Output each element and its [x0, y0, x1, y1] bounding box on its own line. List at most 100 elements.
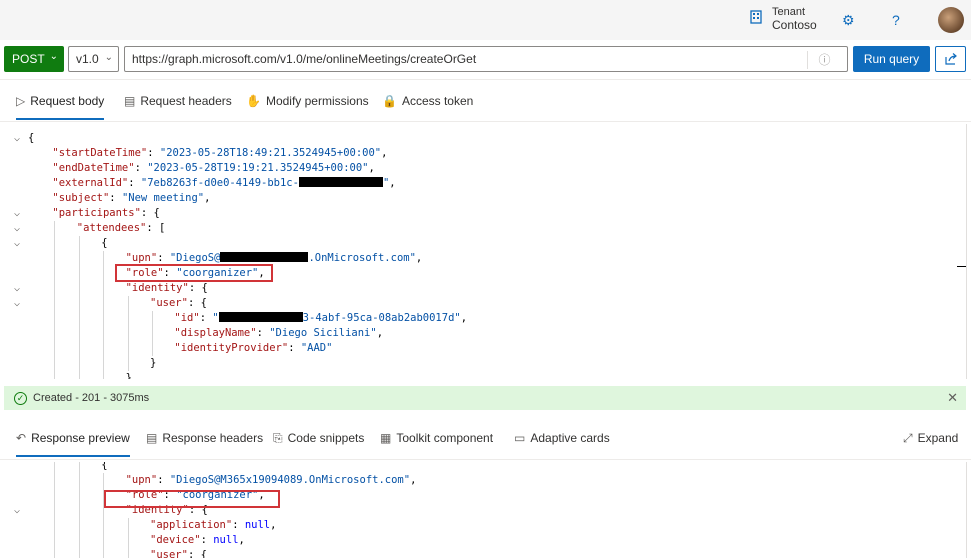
code-line: "upn": "DiegoS@M365x19094089.OnMicrosoft…	[126, 473, 417, 488]
indent-guide	[78, 236, 80, 251]
json-key: "user"	[150, 297, 188, 309]
card-icon: ▭	[514, 431, 526, 445]
version-dropdown[interactable]: v1.0 ⌄	[68, 46, 119, 72]
code-line: "attendees": [	[77, 221, 166, 236]
redaction-bar	[298, 177, 383, 187]
tab-request-body[interactable]: ▷ Request body	[16, 86, 105, 120]
undo-icon: ↶	[16, 431, 27, 445]
indent-guide	[103, 311, 105, 326]
scroll-marker	[957, 266, 966, 267]
info-icon[interactable]: ⓘ	[807, 51, 841, 69]
fold-chevron-icon[interactable]: ⌵	[10, 296, 24, 311]
tab-response-preview[interactable]: ↶ Response preview	[16, 423, 130, 457]
gear-icon[interactable]: ⚙	[842, 12, 855, 29]
json-value: "New meeting"	[121, 192, 205, 204]
json-punctuation: :	[157, 474, 170, 486]
indent-guide	[78, 296, 80, 311]
json-punctuation: :	[200, 534, 214, 546]
indent-guide	[78, 251, 80, 266]
json-value: .OnMicrosoft.com"	[308, 252, 416, 264]
send-icon: ▷	[16, 94, 26, 108]
code-line: {	[101, 236, 107, 251]
json-value: "2023-05-28T19:19:21.3524945+00:00"	[147, 162, 369, 174]
expand-label: Expand	[917, 431, 959, 445]
request-body-editor[interactable]: ⌵ { "startDateTime": "2023-05-28T18:49:21.…	[0, 124, 966, 379]
tab-toolkit-component[interactable]: ▦ Toolkit component	[380, 423, 493, 453]
url-input[interactable]: https://graph.microsoft.com/v1.0/me/onli…	[124, 46, 848, 72]
json-punctuation: : {	[187, 297, 207, 309]
json-punctuation: :	[147, 147, 160, 159]
tenant-switcher[interactable]: Tenant Contoso	[748, 6, 817, 32]
indent-guide	[54, 488, 56, 503]
close-icon[interactable]: ✕	[947, 390, 958, 406]
share-icon[interactable]	[935, 46, 966, 72]
indent-guide	[127, 548, 129, 558]
indent-guide	[78, 548, 80, 558]
indent-guide	[127, 341, 129, 356]
tab-label: Access token	[401, 94, 474, 108]
json-punctuation: : {	[188, 282, 208, 294]
indent-guide	[103, 281, 105, 296]
code-line: "externalId": "7eb8263f-d0e0-4149-bb1c- "…	[52, 176, 396, 191]
indent-guide	[78, 281, 80, 296]
indent-guide	[103, 356, 105, 371]
code-line: }	[150, 356, 156, 371]
fold-chevron-icon[interactable]: ⌵	[10, 281, 24, 296]
help-icon[interactable]: ?	[892, 12, 900, 28]
indent-guide	[78, 488, 80, 503]
json-punctuation: : {	[140, 207, 160, 219]
hand-icon: ✋	[246, 94, 261, 108]
json-punctuation: :	[157, 252, 170, 264]
json-key: "user"	[150, 549, 188, 558]
indent-guide	[103, 473, 105, 488]
code-line: "identityProvider": "AAD"	[174, 341, 332, 356]
editor-border	[966, 462, 967, 558]
run-query-button[interactable]: Run query	[853, 46, 930, 72]
fold-chevron-icon[interactable]: ⌵	[10, 236, 24, 251]
indent-guide	[54, 281, 56, 296]
fold-chevron-icon[interactable]: ⌵	[10, 503, 24, 518]
json-punctuation: ,	[368, 162, 375, 174]
code-line: "id": " 3-4abf-95ca-08ab2ab0017d",	[174, 311, 467, 326]
tab-request-headers[interactable]: ▤ Request headers	[124, 86, 232, 116]
json-punctuation: {	[101, 462, 108, 471]
json-punctuation: ,	[460, 312, 468, 324]
indent-guide	[103, 371, 105, 379]
code-line: "device": null,	[150, 533, 245, 548]
tab-label: Adaptive cards	[530, 431, 610, 445]
top-bar: Tenant Contoso ⚙ ?	[0, 0, 971, 40]
json-value: "DiegoS@M365x19094089.OnMicrosoft.com"	[169, 474, 411, 486]
indent-guide	[54, 326, 56, 341]
code-line: "displayName": "Diego Siciliani",	[174, 326, 383, 341]
json-value: null	[244, 519, 271, 531]
fold-chevron-icon[interactable]: ⌵	[10, 221, 24, 236]
response-preview-editor[interactable]: { "upn": "DiegoS@M365x19094089.OnMicrosof…	[0, 462, 966, 558]
indent-guide	[54, 533, 56, 548]
json-key: "device"	[150, 534, 201, 546]
tab-access-token[interactable]: 🔒 Access token	[382, 86, 473, 116]
json-key: "participants"	[52, 207, 141, 219]
chevron-down-icon: ⌄	[104, 52, 113, 63]
highlight-box	[104, 490, 280, 508]
highlight-box	[115, 264, 273, 282]
fold-chevron-icon[interactable]: ⌵	[10, 206, 24, 221]
json-value: "2023-05-28T18:49:21.3524945+00:00"	[159, 147, 382, 159]
expand-button[interactable]: ⤢ Expand	[903, 423, 958, 453]
tab-response-headers[interactable]: ▤ Response headers	[146, 423, 263, 453]
indent-guide	[103, 341, 105, 356]
code-line: "startDateTime": "2023-05-28T18:49:21.35…	[52, 146, 387, 161]
http-method-dropdown[interactable]: POST ⌄	[4, 46, 64, 72]
tab-modify-permissions[interactable]: ✋ Modify permissions	[246, 86, 369, 116]
tab-adaptive-cards[interactable]: ▭ Adaptive cards	[514, 423, 610, 453]
editor-border	[966, 124, 967, 379]
tab-label: Request headers	[140, 94, 232, 108]
fold-chevron-icon[interactable]: ⌵	[10, 131, 24, 146]
avatar[interactable]	[938, 7, 964, 33]
tab-code-snippets[interactable]: ⎘ Code snippets	[273, 423, 364, 453]
building-icon	[748, 9, 764, 29]
indent-guide	[127, 518, 129, 533]
indent-guide	[78, 326, 80, 341]
indent-guide	[103, 266, 105, 281]
json-key: "endDateTime"	[52, 162, 135, 174]
json-value: null	[213, 534, 239, 546]
